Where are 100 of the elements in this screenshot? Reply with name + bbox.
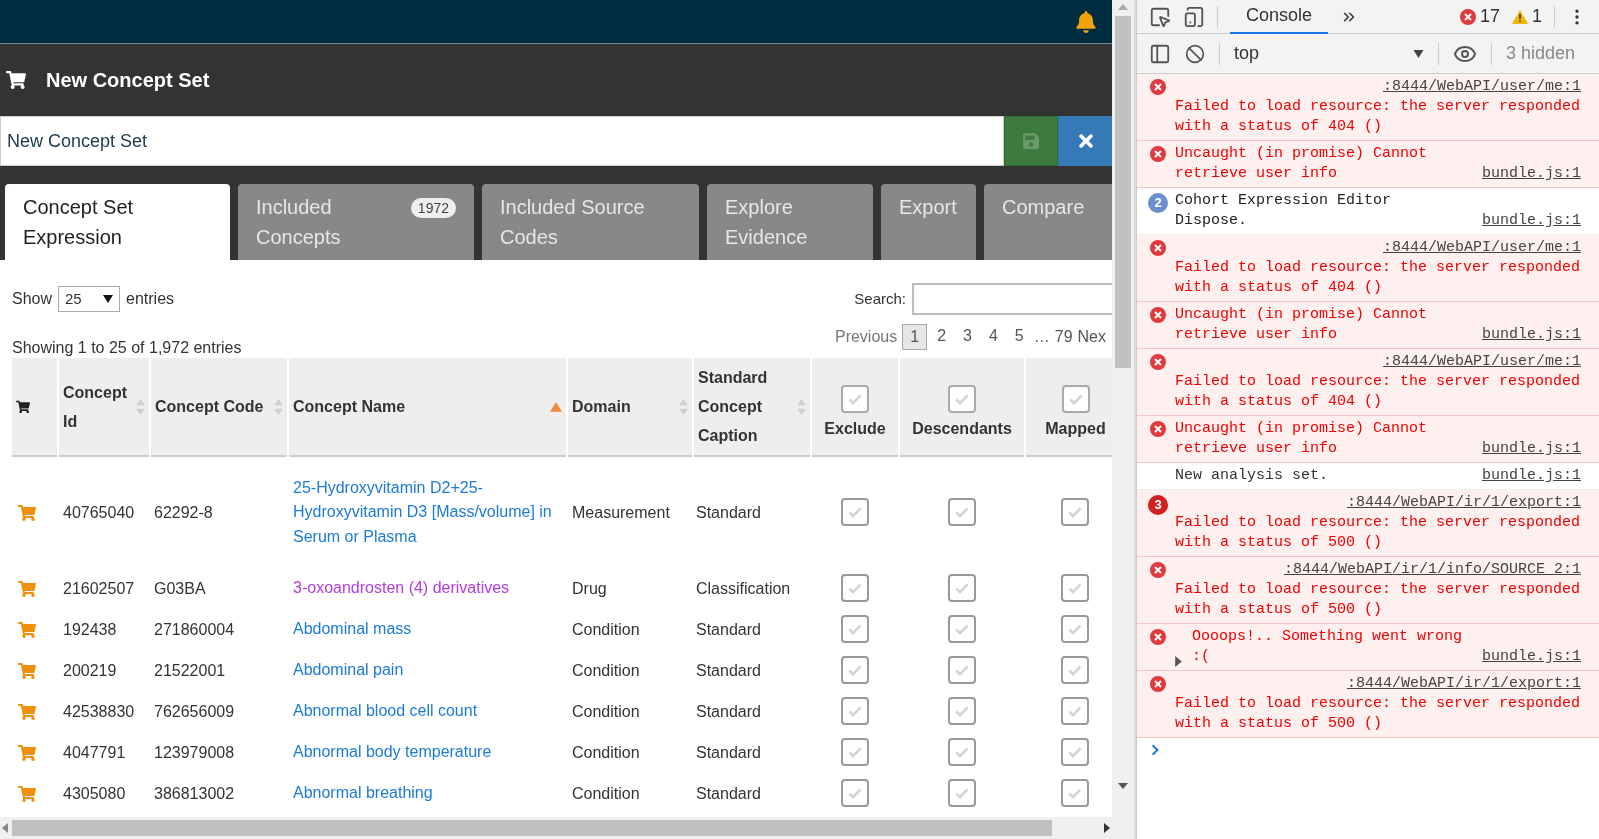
source-link[interactable]: bundle.js:1	[1481, 647, 1581, 667]
tab[interactable]: Concept Set Expression	[5, 184, 230, 260]
checkbox[interactable]	[948, 778, 976, 807]
close-button[interactable]	[1058, 116, 1112, 166]
page-link[interactable]: 1	[902, 324, 928, 350]
scroll-right-icon[interactable]	[1104, 823, 1110, 833]
source-link[interactable]: bundle.js:1	[1481, 466, 1581, 486]
inspect-icon[interactable]	[1149, 5, 1171, 28]
notification-bell-icon[interactable]	[1076, 10, 1096, 33]
column-label: Concept Code	[155, 397, 264, 417]
add-to-cart-icon[interactable]	[18, 503, 36, 522]
source-link[interactable]: bundle.js:1	[1481, 439, 1581, 459]
vertical-scrollbar[interactable]	[1112, 0, 1136, 839]
scroll-down-icon[interactable]	[1118, 783, 1128, 789]
name-field[interactable]: New Concept Set	[0, 116, 1004, 166]
checkbox[interactable]	[1061, 696, 1089, 725]
checkbox[interactable]	[841, 737, 869, 766]
save-icon	[1022, 132, 1040, 150]
checkbox[interactable]	[948, 737, 976, 766]
add-to-cart-icon[interactable]	[18, 579, 36, 598]
checkbox[interactable]	[1061, 573, 1089, 602]
console-message: Failed to load resource: the server responded with a status of 404 ()	[1175, 258, 1581, 298]
source-link[interactable]: bundle.js:1	[1481, 325, 1581, 345]
header-cell[interactable]: Standard Concept Caption	[693, 358, 811, 456]
header-cell[interactable]: Concept Id	[58, 358, 150, 456]
header-cell[interactable]: Concept Code	[150, 358, 288, 456]
source-link[interactable]: :8444/WebAPI/ir/1/info/SOURCE_2:1	[1283, 560, 1581, 580]
error-icon	[1150, 307, 1166, 323]
checkbox[interactable]	[1061, 497, 1089, 526]
checkbox[interactable]	[841, 696, 869, 725]
horizontal-scrollbar[interactable]	[0, 817, 1112, 839]
checkbox[interactable]	[841, 655, 869, 684]
hidden-count: 3 hidden	[1506, 42, 1576, 65]
source-link[interactable]: :8444/WebAPI/user/me:1	[1382, 352, 1581, 372]
previous-link[interactable]: Previous	[834, 325, 898, 349]
scroll-left-icon[interactable]	[2, 823, 8, 833]
checkbox[interactable]	[948, 655, 976, 684]
add-to-cart-icon[interactable]	[18, 784, 36, 803]
checkbox[interactable]	[841, 614, 869, 643]
checkbox[interactable]	[948, 614, 976, 643]
page-link[interactable]: 4	[981, 324, 1005, 350]
page-size-select[interactable]: 25	[58, 286, 121, 312]
table-cell: Condition	[572, 661, 640, 679]
checkbox[interactable]	[841, 778, 869, 807]
checkbox[interactable]	[948, 573, 976, 602]
warning-count: 1	[1532, 5, 1542, 28]
source-link[interactable]: :8444/WebAPI/user/me:1	[1382, 238, 1581, 258]
table-cell: 21602507	[63, 579, 135, 597]
save-button[interactable]	[1004, 116, 1058, 166]
clear-console-icon[interactable]	[1185, 43, 1205, 64]
concept-link[interactable]: Abdominal pain	[293, 658, 562, 683]
checkbox[interactable]	[948, 497, 976, 526]
checkbox[interactable]	[841, 573, 869, 602]
concept-link[interactable]: 3-oxoandrosten (4) derivatives	[293, 576, 562, 601]
checkbox[interactable]	[841, 497, 869, 526]
concept-link[interactable]: Abnormal body temperature	[293, 740, 562, 765]
page-link[interactable]: 3	[956, 324, 979, 350]
scroll-up-icon[interactable]	[1118, 4, 1128, 10]
checkbox[interactable]	[1061, 614, 1089, 643]
add-to-cart-icon[interactable]	[18, 702, 36, 721]
source-link[interactable]: bundle.js:1	[1481, 211, 1581, 231]
checkbox[interactable]	[948, 384, 976, 413]
console-message: Failed to load resource: the server responded with a status of 500 ()	[1175, 513, 1581, 553]
ellipsis: …	[1033, 327, 1050, 347]
sidebar-toggle-icon[interactable]	[1149, 42, 1171, 65]
source-link[interactable]: :8444/WebAPI/ir/1/export:1	[1346, 674, 1581, 694]
source-link[interactable]: :8444/WebAPI/user/me:1	[1382, 77, 1581, 97]
error-icon	[1150, 629, 1166, 645]
header-cell[interactable]: Concept Name	[288, 358, 567, 456]
context-select[interactable]: top	[1234, 40, 1424, 67]
add-to-cart-icon[interactable]	[18, 620, 36, 639]
page-link[interactable]: 79	[1052, 325, 1075, 349]
error-icon	[1150, 421, 1166, 437]
next-link[interactable]: Nex	[1077, 325, 1108, 349]
table-cell: Standard	[696, 784, 761, 802]
concept-link[interactable]: 25-Hydroxyvitamin D2+25-Hydroxyvitamin D3 [Mass/volume] in Serum or Plasma	[293, 475, 562, 550]
checkbox[interactable]	[948, 696, 976, 725]
concept-link[interactable]: Abdominal mass	[293, 617, 562, 642]
table-cell: 40765040	[63, 503, 135, 521]
table-cell: Standard	[696, 620, 761, 638]
checkbox[interactable]	[1061, 737, 1089, 766]
page-link[interactable]: 2	[930, 324, 954, 350]
source-link[interactable]: :8444/WebAPI/ir/1/export:1	[1346, 493, 1581, 513]
concept-link[interactable]: Abnormal breathing	[293, 781, 562, 806]
source-link[interactable]: bundle.js:1	[1481, 164, 1581, 184]
search-field[interactable]	[912, 283, 1112, 315]
table-cell: 4305080	[63, 784, 126, 802]
header-cell[interactable]: Domain	[567, 358, 693, 456]
error-icon	[1459, 8, 1476, 25]
device-toolbar-icon[interactable]	[1183, 5, 1205, 28]
tab[interactable]: Included Concepts 1972	[238, 184, 474, 260]
checkbox[interactable]	[1061, 778, 1089, 807]
expand-arrow-icon[interactable]	[1175, 656, 1182, 667]
add-to-cart-icon[interactable]	[18, 743, 36, 762]
concept-link[interactable]: Abnormal blood cell count	[293, 699, 562, 724]
checkbox[interactable]	[1061, 655, 1089, 684]
page-link[interactable]: 5	[1007, 324, 1031, 350]
checkbox[interactable]	[1061, 384, 1090, 413]
add-to-cart-icon[interactable]	[18, 661, 36, 680]
checkbox[interactable]	[841, 384, 869, 413]
